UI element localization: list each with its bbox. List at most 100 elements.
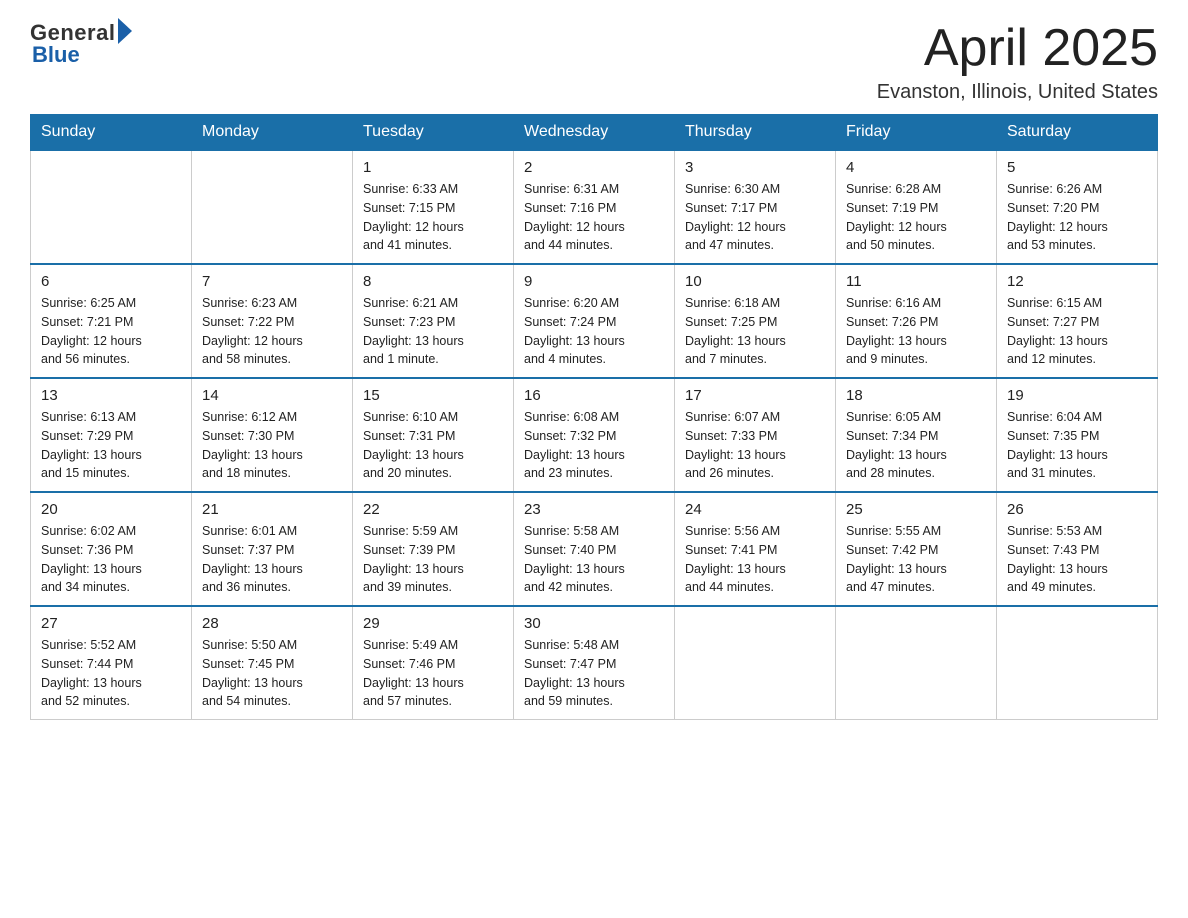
day-number: 10 <box>685 273 825 290</box>
day-info: Sunrise: 6:02 AM Sunset: 7:36 PM Dayligh… <box>41 522 181 597</box>
day-info: Sunrise: 5:53 AM Sunset: 7:43 PM Dayligh… <box>1007 522 1147 597</box>
calendar-day-22: 22Sunrise: 5:59 AM Sunset: 7:39 PM Dayli… <box>353 492 514 606</box>
day-info: Sunrise: 6:31 AM Sunset: 7:16 PM Dayligh… <box>524 180 664 255</box>
day-number: 16 <box>524 387 664 404</box>
day-number: 22 <box>363 501 503 518</box>
logo-blue-text: Blue <box>32 42 80 68</box>
day-number: 7 <box>202 273 342 290</box>
day-info: Sunrise: 5:49 AM Sunset: 7:46 PM Dayligh… <box>363 636 503 711</box>
calendar-day-2: 2 Sunrise: 6:31 AM Sunset: 7:16 PM Daylig… <box>514 150 675 264</box>
calendar-day-11: 11Sunrise: 6:16 AM Sunset: 7:26 PM Dayli… <box>836 264 997 378</box>
calendar-day-empty <box>997 606 1158 720</box>
calendar-table: SundayMondayTuesdayWednesdayThursdayFrid… <box>30 114 1158 720</box>
day-info: Sunrise: 6:07 AM Sunset: 7:33 PM Dayligh… <box>685 408 825 483</box>
calendar-day-1: 1Sunrise: 6:33 AM Sunset: 7:15 PM Daylig… <box>353 150 514 264</box>
day-number: 30 <box>524 615 664 632</box>
day-info: Sunrise: 6:23 AM Sunset: 7:22 PM Dayligh… <box>202 294 342 369</box>
day-number: 24 <box>685 501 825 518</box>
calendar-header: SundayMondayTuesdayWednesdayThursdayFrid… <box>31 115 1158 151</box>
day-info: Sunrise: 5:55 AM Sunset: 7:42 PM Dayligh… <box>846 522 986 597</box>
page-header: General Blue April 2025 Evanston, Illino… <box>30 20 1158 104</box>
title-area: April 2025 Evanston, Illinois, United St… <box>877 20 1158 104</box>
calendar-day-28: 28 Sunrise: 5:50 AM Sunset: 7:45 PM Dayli… <box>192 606 353 720</box>
calendar-day-27: 27Sunrise: 5:52 AM Sunset: 7:44 PM Dayli… <box>31 606 192 720</box>
day-info: Sunrise: 6:28 AM Sunset: 7:19 PM Dayligh… <box>846 180 986 255</box>
calendar-day-7: 7 Sunrise: 6:23 AM Sunset: 7:22 PM Daylig… <box>192 264 353 378</box>
calendar-week-5: 27Sunrise: 5:52 AM Sunset: 7:44 PM Dayli… <box>31 606 1158 720</box>
day-number: 2 <box>524 159 664 176</box>
calendar-day-4: 4 Sunrise: 6:28 AM Sunset: 7:19 PM Daylig… <box>836 150 997 264</box>
day-number: 21 <box>202 501 342 518</box>
calendar-day-18: 18 Sunrise: 6:05 AM Sunset: 7:34 PM Dayli… <box>836 378 997 492</box>
calendar-day-empty <box>31 150 192 264</box>
day-info: Sunrise: 6:08 AM Sunset: 7:32 PM Dayligh… <box>524 408 664 483</box>
weekday-header-sunday: Sunday <box>31 115 192 151</box>
day-number: 8 <box>363 273 503 290</box>
calendar-week-1: 1Sunrise: 6:33 AM Sunset: 7:15 PM Daylig… <box>31 150 1158 264</box>
day-number: 14 <box>202 387 342 404</box>
day-number: 6 <box>41 273 181 290</box>
calendar-day-17: 17Sunrise: 6:07 AM Sunset: 7:33 PM Dayli… <box>675 378 836 492</box>
calendar-body: 1Sunrise: 6:33 AM Sunset: 7:15 PM Daylig… <box>31 150 1158 720</box>
day-number: 28 <box>202 615 342 632</box>
logo: General Blue <box>30 20 132 68</box>
location-title: Evanston, Illinois, United States <box>877 81 1158 104</box>
day-number: 11 <box>846 273 986 290</box>
weekday-header-tuesday: Tuesday <box>353 115 514 151</box>
day-info: Sunrise: 6:10 AM Sunset: 7:31 PM Dayligh… <box>363 408 503 483</box>
calendar-day-13: 13Sunrise: 6:13 AM Sunset: 7:29 PM Dayli… <box>31 378 192 492</box>
day-info: Sunrise: 6:26 AM Sunset: 7:20 PM Dayligh… <box>1007 180 1147 255</box>
day-number: 9 <box>524 273 664 290</box>
day-number: 12 <box>1007 273 1147 290</box>
weekday-row: SundayMondayTuesdayWednesdayThursdayFrid… <box>31 115 1158 151</box>
day-info: Sunrise: 6:15 AM Sunset: 7:27 PM Dayligh… <box>1007 294 1147 369</box>
calendar-day-25: 25 Sunrise: 5:55 AM Sunset: 7:42 PM Dayli… <box>836 492 997 606</box>
day-number: 23 <box>524 501 664 518</box>
day-number: 26 <box>1007 501 1147 518</box>
calendar-day-empty <box>192 150 353 264</box>
calendar-day-empty <box>675 606 836 720</box>
calendar-day-5: 5 Sunrise: 6:26 AM Sunset: 7:20 PM Daylig… <box>997 150 1158 264</box>
calendar-day-23: 23Sunrise: 5:58 AM Sunset: 7:40 PM Dayli… <box>514 492 675 606</box>
day-number: 19 <box>1007 387 1147 404</box>
day-info: Sunrise: 6:04 AM Sunset: 7:35 PM Dayligh… <box>1007 408 1147 483</box>
day-number: 15 <box>363 387 503 404</box>
day-number: 20 <box>41 501 181 518</box>
calendar-day-12: 12 Sunrise: 6:15 AM Sunset: 7:27 PM Dayli… <box>997 264 1158 378</box>
day-number: 5 <box>1007 159 1147 176</box>
calendar-day-15: 15 Sunrise: 6:10 AM Sunset: 7:31 PM Dayli… <box>353 378 514 492</box>
weekday-header-monday: Monday <box>192 115 353 151</box>
calendar-day-14: 14 Sunrise: 6:12 AM Sunset: 7:30 PM Dayli… <box>192 378 353 492</box>
calendar-day-10: 10 Sunrise: 6:18 AM Sunset: 7:25 PM Dayli… <box>675 264 836 378</box>
day-info: Sunrise: 6:20 AM Sunset: 7:24 PM Dayligh… <box>524 294 664 369</box>
calendar-day-9: 9 Sunrise: 6:20 AM Sunset: 7:24 PM Daylig… <box>514 264 675 378</box>
weekday-header-saturday: Saturday <box>997 115 1158 151</box>
day-info: Sunrise: 6:12 AM Sunset: 7:30 PM Dayligh… <box>202 408 342 483</box>
day-info: Sunrise: 5:56 AM Sunset: 7:41 PM Dayligh… <box>685 522 825 597</box>
calendar-day-29: 29 Sunrise: 5:49 AM Sunset: 7:46 PM Dayli… <box>353 606 514 720</box>
logo-arrow-icon <box>118 18 132 44</box>
day-info: Sunrise: 6:21 AM Sunset: 7:23 PM Dayligh… <box>363 294 503 369</box>
day-info: Sunrise: 6:18 AM Sunset: 7:25 PM Dayligh… <box>685 294 825 369</box>
day-number: 25 <box>846 501 986 518</box>
calendar-week-4: 20 Sunrise: 6:02 AM Sunset: 7:36 PM Dayli… <box>31 492 1158 606</box>
day-info: Sunrise: 6:05 AM Sunset: 7:34 PM Dayligh… <box>846 408 986 483</box>
calendar-day-8: 8 Sunrise: 6:21 AM Sunset: 7:23 PM Daylig… <box>353 264 514 378</box>
day-info: Sunrise: 6:33 AM Sunset: 7:15 PM Dayligh… <box>363 180 503 255</box>
day-info: Sunrise: 5:52 AM Sunset: 7:44 PM Dayligh… <box>41 636 181 711</box>
calendar-day-21: 21Sunrise: 6:01 AM Sunset: 7:37 PM Dayli… <box>192 492 353 606</box>
calendar-week-2: 6Sunrise: 6:25 AM Sunset: 7:21 PM Daylig… <box>31 264 1158 378</box>
calendar-day-19: 19 Sunrise: 6:04 AM Sunset: 7:35 PM Dayli… <box>997 378 1158 492</box>
calendar-day-3: 3Sunrise: 6:30 AM Sunset: 7:17 PM Daylig… <box>675 150 836 264</box>
weekday-header-thursday: Thursday <box>675 115 836 151</box>
day-number: 4 <box>846 159 986 176</box>
month-title: April 2025 <box>877 20 1158 77</box>
calendar-day-20: 20 Sunrise: 6:02 AM Sunset: 7:36 PM Dayli… <box>31 492 192 606</box>
day-number: 29 <box>363 615 503 632</box>
day-number: 3 <box>685 159 825 176</box>
day-number: 13 <box>41 387 181 404</box>
calendar-day-6: 6Sunrise: 6:25 AM Sunset: 7:21 PM Daylig… <box>31 264 192 378</box>
day-number: 18 <box>846 387 986 404</box>
day-info: Sunrise: 5:50 AM Sunset: 7:45 PM Dayligh… <box>202 636 342 711</box>
calendar-week-3: 13Sunrise: 6:13 AM Sunset: 7:29 PM Dayli… <box>31 378 1158 492</box>
